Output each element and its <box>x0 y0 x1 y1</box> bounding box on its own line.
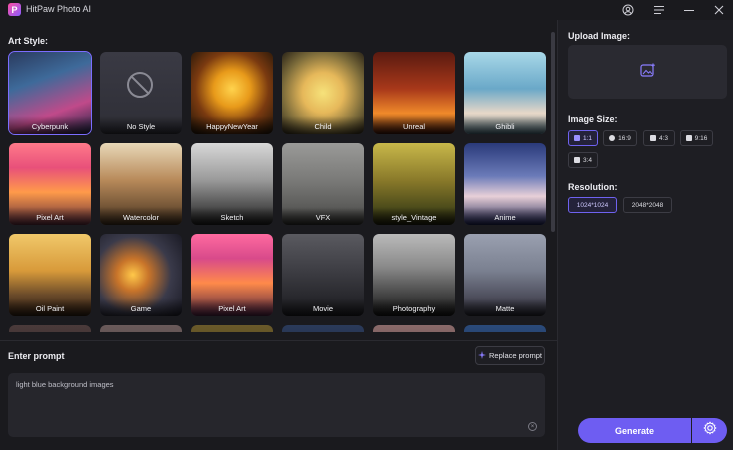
menu-icon[interactable] <box>651 2 667 18</box>
size-option-label: 4:3 <box>658 134 669 142</box>
square-icon <box>573 135 580 141</box>
style-card[interactable]: Pixel Art <box>9 143 91 225</box>
style-card-label: Game <box>100 298 182 316</box>
style-card-label: Unreal <box>373 116 455 134</box>
app-title: HitPaw Photo AI <box>26 4 92 14</box>
style-card[interactable]: Movie <box>282 234 364 316</box>
style-card-label: Oil Paint <box>9 298 91 316</box>
art-style-grid: Cyberpunk No Style HappyNewYear Child Unreal… <box>8 51 548 332</box>
prompt-text[interactable]: light blue background images <box>16 380 114 389</box>
no-style-icon <box>127 72 153 98</box>
style-card-label: Matte <box>464 298 546 316</box>
prompt-input[interactable]: light blue background images × <box>8 373 545 437</box>
style-card-label: Ghibli <box>464 116 546 134</box>
generate-button[interactable]: Generate <box>578 418 691 443</box>
style-card-label: Watercolor <box>100 207 182 225</box>
style-card-label: No Style <box>100 116 182 134</box>
style-card[interactable]: VFX <box>282 143 364 225</box>
style-card[interactable]: Pixel Art <box>191 234 273 316</box>
image-add-icon <box>639 63 656 82</box>
style-card-label: Movie <box>282 298 364 316</box>
style-card-label: Photography <box>373 298 455 316</box>
camera-icon <box>685 135 692 141</box>
replace-prompt-label: Replace prompt <box>489 351 542 360</box>
style-card[interactable]: Sketch <box>191 143 273 225</box>
style-card[interactable] <box>100 325 182 332</box>
style-card-label: Child <box>282 116 364 134</box>
bird-icon <box>649 135 656 141</box>
replace-prompt-button[interactable]: Replace prompt <box>475 346 545 365</box>
image-size-label: Image Size: <box>568 114 618 124</box>
style-card-label: Pixel Art <box>191 298 273 316</box>
sparkle-icon <box>478 350 487 361</box>
minimize-icon[interactable] <box>681 2 697 18</box>
upload-dropzone[interactable] <box>568 45 727 99</box>
style-card[interactable]: style_Vintage <box>373 143 455 225</box>
style-card[interactable]: HappyNewYear <box>191 52 273 134</box>
style-card[interactable] <box>373 325 455 332</box>
size-option-label: 1:1 <box>582 134 593 142</box>
prompt-label: Enter prompt <box>8 351 65 361</box>
size-option-label: 16:9 <box>618 134 631 142</box>
upload-image-label: Upload Image: <box>568 31 631 41</box>
style-card[interactable]: Unreal <box>373 52 455 134</box>
style-card[interactable]: Photography <box>373 234 455 316</box>
style-card[interactable]: Oil Paint <box>9 234 91 316</box>
style-card[interactable]: Ghibli <box>464 52 546 134</box>
resolution-option[interactable]: 1024*1024 <box>568 197 617 213</box>
account-icon[interactable] <box>620 2 636 18</box>
style-card-label: Pixel Art <box>9 207 91 225</box>
close-icon[interactable] <box>711 2 727 18</box>
resolution-label: Resolution: <box>568 182 618 192</box>
style-card[interactable]: Anime <box>464 143 546 225</box>
size-option-label: 3:4 <box>582 156 593 164</box>
style-card[interactable] <box>9 325 91 332</box>
scrollbar[interactable] <box>551 32 555 232</box>
style-card-label: Anime <box>464 207 546 225</box>
size-option-label: 9:16 <box>694 134 708 142</box>
style-card-label: style_Vintage <box>373 207 455 225</box>
size-option-4x3[interactable]: 4:3 <box>643 130 675 146</box>
clear-icon[interactable]: × <box>528 422 537 431</box>
style-card-label: VFX <box>282 207 364 225</box>
style-card[interactable]: No Style <box>100 52 182 134</box>
resolution-option[interactable]: 2048*2048 <box>623 197 672 213</box>
settings-panel: Upload Image: Image Size: 1:1 16:9 4:3 9:16… <box>557 20 733 450</box>
style-card[interactable] <box>464 325 546 332</box>
size-option-16x9[interactable]: 16:9 <box>603 130 637 146</box>
generate-settings-button[interactable] <box>692 418 727 443</box>
style-card[interactable]: Watercolor <box>100 143 182 225</box>
clock-icon <box>609 135 616 141</box>
style-card[interactable]: Cyberpunk <box>8 51 92 135</box>
title-bar: P HitPaw Photo AI <box>0 0 733 20</box>
size-option-3x4[interactable]: 3:4 <box>568 152 598 168</box>
divider <box>0 340 557 341</box>
art-style-label: Art Style: <box>8 36 49 46</box>
style-card[interactable]: Child <box>282 52 364 134</box>
bird-icon <box>573 157 580 163</box>
style-card[interactable] <box>282 325 364 332</box>
app-logo-icon: P <box>8 3 21 16</box>
style-card[interactable]: Matte <box>464 234 546 316</box>
size-option-1x1[interactable]: 1:1 <box>568 130 598 146</box>
gear-icon <box>702 421 717 440</box>
style-card[interactable]: Game <box>100 234 182 316</box>
style-card-label: HappyNewYear <box>191 116 273 134</box>
style-card-label: Sketch <box>191 207 273 225</box>
style-card[interactable] <box>191 325 273 332</box>
size-option-9x16[interactable]: 9:16 <box>680 130 713 146</box>
style-card-label: Cyberpunk <box>9 116 91 134</box>
